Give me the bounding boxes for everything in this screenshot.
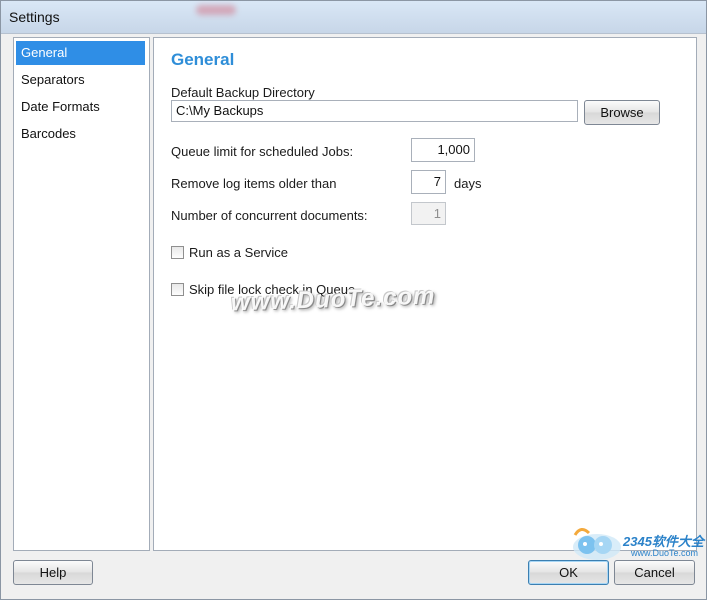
cancel-button[interactable]: Cancel [614,560,695,585]
browse-button[interactable]: Browse [584,100,660,125]
concurrent-documents-label: Number of concurrent documents: [171,208,368,223]
queue-limit-input[interactable]: 1,000 [411,138,475,162]
sidebar-item-general[interactable]: General [16,41,145,65]
queue-limit-label: Queue limit for scheduled Jobs: [171,144,354,159]
general-settings-panel: General Default Backup Directory C:\My B… [153,37,697,551]
run-as-service-checkbox[interactable] [171,245,184,259]
skip-file-lock-checkbox[interactable] [171,282,184,296]
dialog-body: General Separators Date Formats Barcodes… [1,34,706,599]
remove-log-days-input[interactable]: 7 [411,170,446,194]
help-button[interactable]: Help [13,560,93,585]
run-as-service-option[interactable]: Run as a Service [171,243,288,261]
days-unit-label: days [454,176,482,191]
sidebar-item-barcodes[interactable]: Barcodes [16,122,145,146]
backup-directory-label: Default Backup Directory [171,85,315,100]
settings-window: Settings General Separators Date Formats… [0,0,707,600]
concurrent-documents-input: 1 [411,202,446,225]
settings-sidebar: General Separators Date Formats Barcodes [13,37,150,551]
run-as-service-label: Run as a Service [189,244,288,260]
title-bar[interactable]: Settings [1,1,706,34]
remove-log-label: Remove log items older than [171,176,337,191]
title-bar-decoration [196,5,236,15]
skip-file-lock-label: Skip file lock check in Queue [189,281,356,297]
panel-heading: General [171,50,235,69]
backup-directory-input[interactable]: C:\My Backups [171,100,578,122]
sidebar-item-separators[interactable]: Separators [16,68,145,92]
window-title: Settings [9,9,60,25]
sidebar-item-date-formats[interactable]: Date Formats [16,95,145,119]
skip-file-lock-option[interactable]: Skip file lock check in Queue [171,280,355,298]
ok-button[interactable]: OK [528,560,609,585]
